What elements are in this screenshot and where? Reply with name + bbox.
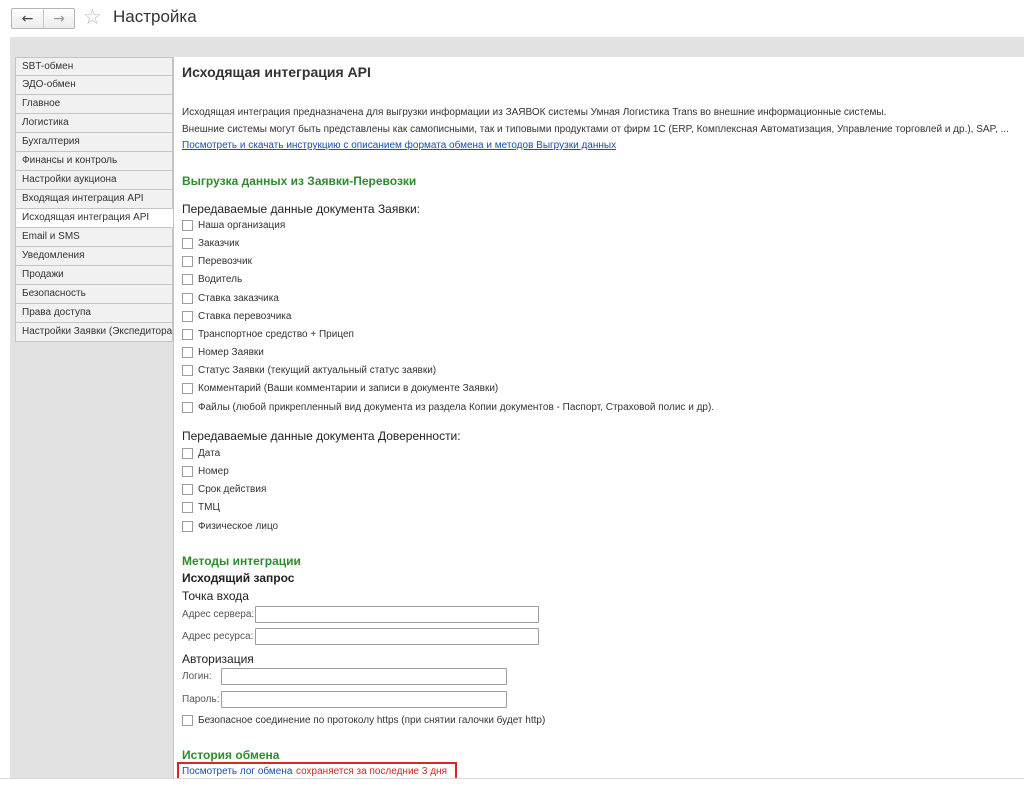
- sidebar-item-incoming-api[interactable]: Входящая интеграция API: [15, 190, 173, 209]
- checkbox-label: Транспортное средство + Прицеп: [198, 328, 354, 340]
- checkbox-row[interactable]: Номер Заявки: [182, 345, 264, 359]
- checkbox-row[interactable]: Срок действия: [182, 482, 266, 496]
- checkbox-label: Ставка заказчика: [198, 292, 279, 304]
- checkbox-row[interactable]: Наша организация: [182, 218, 285, 232]
- sidebar-item-main[interactable]: Главное: [15, 95, 173, 114]
- checkbox-label: Ставка перевозчика: [198, 310, 292, 322]
- sidebar-item-notifications[interactable]: Уведомления: [15, 247, 173, 266]
- server-address-label: Адрес сервера:: [182, 609, 255, 620]
- view-log-link[interactable]: Посмотреть лог обмена: [182, 766, 292, 777]
- entry-point-label: Точка входа: [182, 589, 249, 603]
- sidebar-item-sbt-exchange[interactable]: SBT-обмен: [15, 57, 173, 76]
- checkbox-label: Номер: [198, 465, 229, 477]
- server-address-input[interactable]: [255, 606, 539, 623]
- checkbox-label: Файлы (любой прикрепленный вид документа…: [198, 401, 715, 413]
- checkbox[interactable]: [182, 328, 193, 340]
- resource-address-input[interactable]: [255, 628, 539, 645]
- checkbox-row[interactable]: Статус Заявки (текущий актуальный статус…: [182, 363, 436, 377]
- checkbox[interactable]: [182, 346, 193, 358]
- checkbox-row[interactable]: Перевозчик: [182, 254, 252, 268]
- checkbox[interactable]: [182, 310, 193, 322]
- sidebar-item-sales[interactable]: Продажи: [15, 266, 173, 285]
- checkbox-label: Номер Заявки: [198, 346, 264, 358]
- checkbox-row[interactable]: Ставка перевозчика: [182, 309, 291, 323]
- checkbox[interactable]: [182, 501, 193, 513]
- checkbox[interactable]: [182, 520, 193, 532]
- checkbox[interactable]: [182, 219, 193, 231]
- sidebar-item-finance[interactable]: Финансы и контроль: [15, 152, 173, 171]
- checkbox-label: Срок действия: [198, 483, 267, 495]
- https-checkbox[interactable]: [182, 714, 193, 726]
- sidebar-item-order-settings[interactable]: Настройки Заявки (Экспедитора): [15, 323, 173, 342]
- checkbox-label: Заказчик: [198, 237, 240, 249]
- checkbox-label: Водитель: [198, 273, 243, 285]
- sidebar-item-security[interactable]: Безопасность: [15, 285, 173, 304]
- checkbox[interactable]: [182, 465, 193, 477]
- checkbox[interactable]: [182, 292, 193, 304]
- checkbox[interactable]: [182, 382, 193, 394]
- checkbox-label: Перевозчик: [198, 255, 252, 267]
- checkbox-row[interactable]: Файлы (любой прикрепленный вид документа…: [182, 400, 714, 414]
- sidebar-item-email-sms[interactable]: Email и SMS: [15, 228, 173, 247]
- checkbox-row[interactable]: ТМЦ: [182, 500, 220, 514]
- authorization-label: Авторизация: [182, 652, 254, 666]
- checkbox-row[interactable]: Номер: [182, 464, 229, 478]
- history-section-heading: История обмена: [182, 748, 280, 762]
- back-arrow-icon[interactable]: ←: [12, 9, 43, 28]
- log-retention-note: сохраняется за последние 3 дня: [296, 766, 447, 777]
- nav-buttons: ← →: [11, 8, 75, 29]
- title-bar: ← → ☆ Настройка: [0, 0, 1024, 36]
- bottom-strip: [0, 778, 1024, 788]
- outgoing-request-label: Исходящий запрос: [182, 571, 295, 585]
- checkbox-row[interactable]: Водитель: [182, 272, 242, 286]
- https-checkbox-row[interactable]: Безопасное соединение по протоколу https…: [182, 713, 545, 727]
- sidebar-item-accounting[interactable]: Бухгалтерия: [15, 133, 173, 152]
- sidebar-item-auction[interactable]: Настройки аукциона: [15, 171, 173, 190]
- checkbox-row[interactable]: Дата: [182, 446, 220, 460]
- order-data-group-label: Передаваемые данные документа Заявки:: [182, 202, 421, 216]
- checkbox-label: Дата: [198, 447, 221, 459]
- checkbox[interactable]: [182, 237, 193, 249]
- login-input[interactable]: [221, 668, 507, 685]
- settings-sidebar: SBT-обмен ЭДО-обмен Главное Логистика Бу…: [15, 57, 173, 342]
- checkbox[interactable]: [182, 483, 193, 495]
- sidebar-item-logistics[interactable]: Логистика: [15, 114, 173, 133]
- checkbox[interactable]: [182, 255, 193, 267]
- checkbox-row[interactable]: Физическое лицо: [182, 519, 278, 533]
- forward-arrow-icon[interactable]: →: [43, 9, 74, 28]
- checkbox[interactable]: [182, 401, 193, 413]
- checkbox-label: Наша организация: [198, 219, 286, 231]
- checkbox-row[interactable]: Заказчик: [182, 236, 239, 250]
- checkbox-label: Статус Заявки (текущий актуальный статус…: [198, 364, 437, 376]
- checkbox-row[interactable]: Ставка заказчика: [182, 291, 279, 305]
- sidebar-item-edo-exchange[interactable]: ЭДО-обмен: [15, 76, 173, 95]
- favorite-star-icon[interactable]: ☆: [83, 5, 102, 29]
- description-line-2: Внешние системы могут быть представлены …: [182, 124, 1009, 135]
- methods-section-heading: Методы интеграции: [182, 554, 301, 568]
- export-section-heading: Выгрузка данных из Заявки-Перевозки: [182, 174, 417, 188]
- checkbox-label: Физическое лицо: [198, 520, 279, 532]
- checkbox-row[interactable]: Транспортное средство + Прицеп: [182, 327, 354, 341]
- description-line-1: Исходящая интеграция предназначена для в…: [182, 107, 887, 118]
- window-title: Настройка: [113, 7, 197, 26]
- checkbox[interactable]: [182, 273, 193, 285]
- settings-content: Исходящая интеграция API Исходящая интег…: [173, 57, 1024, 783]
- proxy-data-group-label: Передаваемые данные документа Довереннос…: [182, 429, 461, 443]
- checkbox-row[interactable]: Комментарий (Ваши комментарии и записи в…: [182, 381, 498, 395]
- resource-address-label: Адрес ресурса:: [182, 631, 254, 642]
- checkbox-label: ТМЦ: [198, 501, 220, 513]
- login-label: Логин:: [182, 671, 212, 682]
- checkbox[interactable]: [182, 364, 193, 376]
- sidebar-item-outgoing-api[interactable]: Исходящая интеграция API: [15, 209, 173, 228]
- password-label: Пароль:: [182, 694, 220, 705]
- https-checkbox-label: Безопасное соединение по протоколу https…: [198, 714, 546, 726]
- instruction-link[interactable]: Посмотреть и скачать инструкцию с описан…: [182, 140, 616, 151]
- checkbox[interactable]: [182, 447, 193, 459]
- password-input[interactable]: [221, 691, 507, 708]
- page-title: Исходящая интеграция API: [182, 64, 371, 80]
- checkbox-label: Комментарий (Ваши комментарии и записи в…: [198, 382, 499, 394]
- sidebar-item-access-rights[interactable]: Права доступа: [15, 304, 173, 323]
